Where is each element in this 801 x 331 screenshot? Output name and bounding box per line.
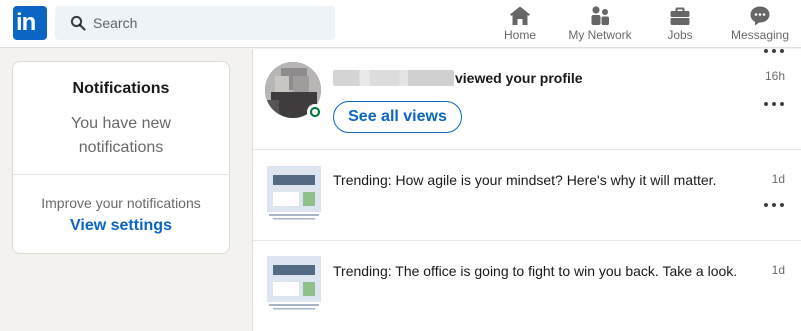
more-options-icon[interactable] — [764, 49, 784, 55]
trending-text: Trending: The office is going to fight t… — [333, 263, 738, 279]
notification-time: 1d — [771, 172, 785, 186]
nav-my-network-label: My Network — [568, 28, 632, 42]
nav-home-label: Home — [503, 28, 536, 42]
article-thumbnail-icon — [267, 166, 321, 220]
sidebar-subtitle: You have new notifications — [71, 115, 171, 156]
sidebar-title: Notifications — [72, 80, 170, 97]
home-icon — [510, 6, 530, 25]
view-settings-link[interactable]: View settings — [13, 217, 229, 235]
logo-text: in — [16, 9, 36, 36]
notifications-list: viewed your profile See all views 16h Tr… — [252, 49, 801, 331]
see-all-views-button[interactable]: See all views — [333, 101, 462, 133]
online-status-indicator — [307, 104, 323, 120]
article-thumbnail-icon — [267, 256, 321, 310]
briefcase-icon — [670, 7, 690, 25]
sidebar-divider — [13, 174, 229, 175]
viewer-avatar[interactable] — [265, 62, 323, 120]
notification-time: 16h — [764, 69, 785, 83]
more-options-icon[interactable] — [764, 102, 784, 108]
notification-time: 1d — [771, 263, 785, 277]
people-icon — [591, 6, 609, 25]
viewer-name-redacted[interactable] — [333, 70, 454, 86]
nav-my-network[interactable]: My Network — [562, 0, 638, 48]
notification-item-profile-view[interactable]: viewed your profile See all views 16h — [253, 49, 801, 150]
nav-messaging-label: Messaging — [730, 28, 790, 42]
improve-notifications-text: Improve your notifications — [41, 195, 201, 211]
notification-item-trending[interactable]: Trending: How agile is your mindset? Her… — [253, 150, 801, 241]
more-options-icon[interactable] — [764, 203, 784, 209]
trending-text: Trending: How agile is your mindset? Her… — [333, 172, 717, 188]
notification-text: viewed your profile — [455, 70, 583, 86]
search-icon — [70, 15, 86, 31]
search-box[interactable] — [55, 6, 335, 40]
top-nav-bar: in Home My Network Jobs — [0, 0, 801, 48]
nav-messaging[interactable]: Messaging — [727, 0, 793, 48]
nav-jobs-label: Jobs — [667, 28, 693, 42]
message-icon — [750, 6, 770, 26]
linkedin-logo[interactable]: in — [13, 6, 47, 40]
nav-home[interactable]: Home — [497, 0, 543, 48]
search-input[interactable] — [93, 6, 323, 40]
notification-item-trending[interactable]: Trending: The office is going to fight t… — [253, 241, 801, 331]
notifications-sidebar-card: Notifications You have new notifications… — [12, 61, 230, 254]
nav-jobs[interactable]: Jobs — [660, 0, 700, 48]
